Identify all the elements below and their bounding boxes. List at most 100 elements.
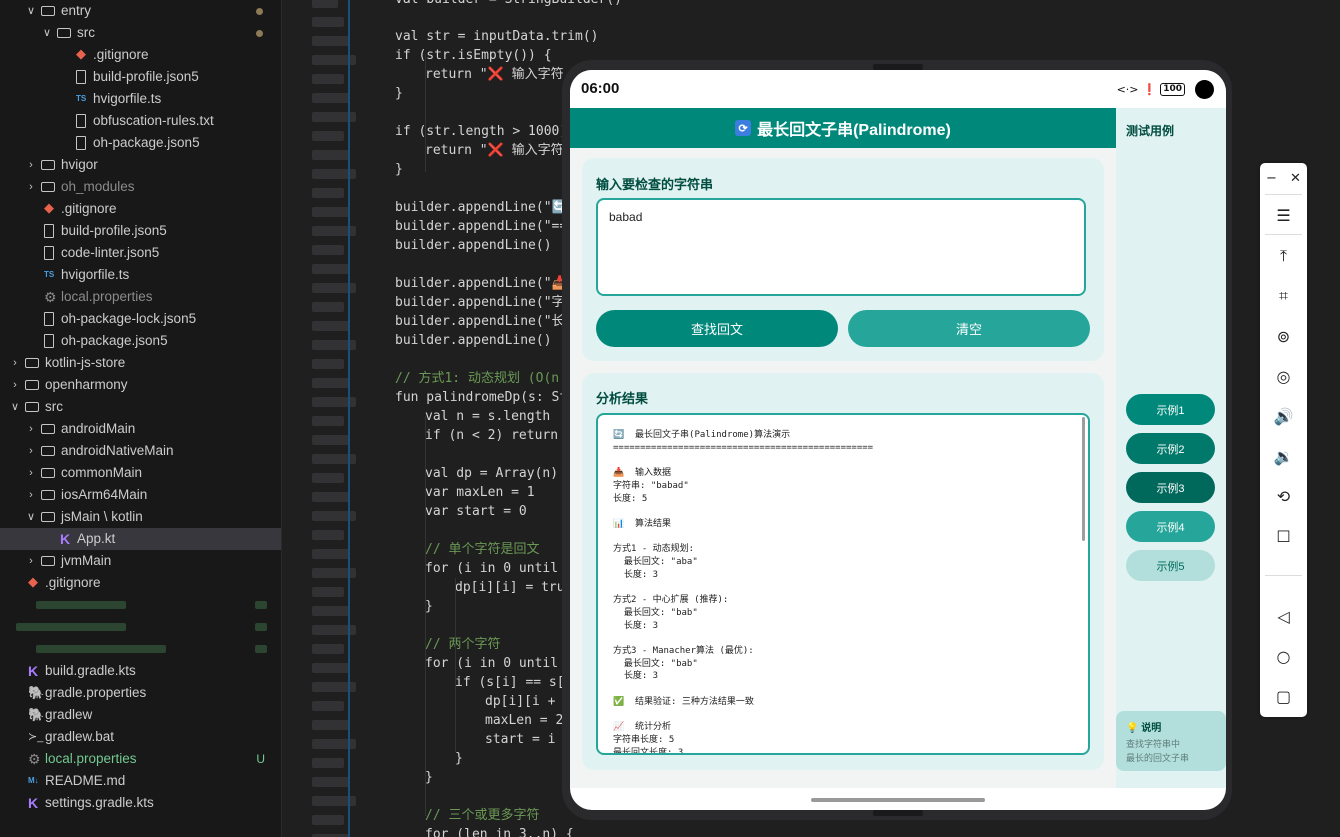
tree-folder[interactable]: › jvmMain [0,550,281,572]
code-line[interactable]: builder.appendLine("字 [395,293,565,312]
code-line[interactable]: // 单个字符是回文 [425,540,539,559]
tree-file[interactable]: K App.kt [0,528,281,550]
chevron-right-icon[interactable]: › [24,484,38,506]
chevron-down-icon[interactable]: ∨ [40,22,54,44]
home-icon[interactable]: ○ [1260,641,1307,671]
chevron-right-icon[interactable]: › [24,440,38,462]
chevron-down-icon[interactable]: ∨ [8,396,22,418]
tree-file[interactable]: ◆ .gitignore [0,572,281,594]
code-line[interactable]: } [395,84,403,103]
code-line[interactable]: val builder = StringBuilder() [395,0,622,9]
tree-file[interactable]: obfuscation-rules.txt [0,110,281,132]
code-line[interactable]: if (str.isEmpty()) { [395,46,552,65]
code-line[interactable]: builder.appendLine("🔄 [395,198,568,217]
menu-icon[interactable]: ☰ [1260,200,1307,230]
fold-icon[interactable]: ⟲ [1260,481,1307,511]
code-line[interactable]: var maxLen = 1 [425,483,535,502]
tree-file[interactable]: Kbuild.gradle.kts [0,660,281,682]
tree-folder[interactable]: ∨ entry [0,0,281,22]
tree-file[interactable]: 🐘 gradle.properties [0,682,281,704]
chevron-right-icon[interactable]: › [24,154,38,176]
tree-file[interactable]: build-profile.json5 [0,66,281,88]
code-line[interactable]: dp[i][i] = tru [455,578,565,597]
home-indicator[interactable] [811,798,985,802]
close-icon[interactable]: ✕ [1284,163,1307,193]
code-line[interactable]: for (i in 0 until [425,559,558,578]
tree-file[interactable]: TS hvigorfile.ts [0,264,281,286]
chevron-down-icon[interactable]: ∨ [24,0,38,22]
tree-folder[interactable]: › androidNativeMain [0,440,281,462]
code-line[interactable]: // 三个或更多字符 [425,806,539,825]
tree-file[interactable]: oh-package.json5 [0,132,281,154]
result-output[interactable]: 🔄 最长回文子串(Palindrome)算法演示 ===============… [596,413,1090,755]
code-line[interactable]: return "❌ 输入字符 [425,65,564,84]
chevron-right-icon[interactable]: › [24,462,38,484]
tree-file[interactable]: ◆ .gitignore [0,198,281,220]
code-line[interactable]: maxLen = 2 [485,711,563,730]
chevron-right-icon[interactable]: › [8,374,22,396]
tree-file[interactable]: oh-package.json5 [0,330,281,352]
tree-folder[interactable]: › androidMain [0,418,281,440]
tree-file[interactable]: ⚙ local.properties [0,286,281,308]
code-line[interactable]: val dp = Array(n) [425,464,558,483]
tree-folder[interactable]: › openharmony [0,374,281,396]
code-line[interactable]: } [395,160,403,179]
example-button-3[interactable]: 示例3 [1126,472,1215,503]
record-icon[interactable]: ◎ [1260,361,1307,391]
tree-folder[interactable]: › oh_modules [0,176,281,198]
tree-file[interactable]: 🐘 gradlew [0,704,281,726]
chevron-right-icon[interactable]: › [24,418,38,440]
tree-file[interactable]: code-linter.json5 [0,242,281,264]
tree-folder[interactable]: › commonMain [0,462,281,484]
chevron-down-icon[interactable]: ∨ [24,506,38,528]
square-icon[interactable]: ☐ [1260,521,1307,551]
code-line[interactable]: } [455,749,463,768]
code-line[interactable]: start = i [485,730,555,749]
code-line[interactable]: } [425,768,433,787]
clear-button[interactable]: 清空 [848,310,1090,347]
tree-file[interactable]: Ksettings.gradle.kts [0,792,281,814]
chevron-right-icon[interactable]: › [24,550,38,572]
tree-file[interactable]: oh-package-lock.json5 [0,308,281,330]
code-line[interactable]: builder.appendLine("== [395,217,567,236]
code-line[interactable]: builder.appendLine("📥 [395,274,568,293]
find-palindrome-button[interactable]: 查找回文 [596,310,838,347]
volume-down-icon[interactable]: 🔉 [1260,441,1307,471]
example-button-2[interactable]: 示例2 [1126,433,1215,464]
chevron-right-icon[interactable]: › [24,176,38,198]
tree-file[interactable]: ◆ .gitignore [0,44,281,66]
code-line[interactable]: val n = s.length [425,407,550,426]
tree-folder[interactable]: › kotlin-js-store [0,352,281,374]
crop-icon[interactable]: ⌗ [1260,281,1307,311]
code-line[interactable]: // 方式1: 动态规划 (O(n [395,369,559,388]
tree-file[interactable]: ≻_ gradlew.bat [0,726,281,748]
top-icon[interactable]: ⤒ [1260,241,1307,271]
code-line[interactable]: for (i in 0 until [425,654,558,673]
code-line[interactable]: val str = inputData.trim() [395,27,599,46]
example-button-4[interactable]: 示例4 [1126,511,1215,542]
result-scrollbar[interactable] [1082,417,1085,541]
rotate-icon[interactable]: ⊚ [1260,321,1307,351]
minimize-icon[interactable]: − [1260,163,1283,193]
code-line[interactable]: builder.appendLine("长 [395,312,565,331]
code-line[interactable]: for (len in 3..n) { [425,825,574,837]
code-line[interactable]: return "❌ 输入字符 [425,141,564,160]
code-line[interactable]: fun palindromeDp(s: St [395,388,567,407]
code-line[interactable]: if (s[i] == s[ [455,673,565,692]
chevron-right-icon[interactable]: › [8,352,22,374]
code-line[interactable]: } [425,597,433,616]
code-line[interactable]: var start = 0 [425,502,527,521]
tree-folder[interactable]: › iosArm64Main [0,484,281,506]
tree-folder[interactable]: ∨ src [0,22,281,44]
volume-up-icon[interactable]: 🔊 [1260,401,1307,431]
example-button-1[interactable]: 示例1 [1126,394,1215,425]
tree-file[interactable]: ⚙ local.properties U [0,748,281,770]
tree-file[interactable]: build-profile.json5 [0,220,281,242]
code-line[interactable]: // 两个字符 [425,635,500,654]
code-line[interactable]: if (n < 2) return [425,426,558,445]
example-button-5[interactable]: 示例5 [1126,550,1215,581]
code-line[interactable]: dp[i][i + [485,692,555,711]
code-line[interactable]: if (str.length > 1000) { [395,122,583,141]
tree-folder[interactable]: ∨ jsMain \ kotlin [0,506,281,528]
tree-file[interactable]: TS hvigorfile.ts [0,88,281,110]
